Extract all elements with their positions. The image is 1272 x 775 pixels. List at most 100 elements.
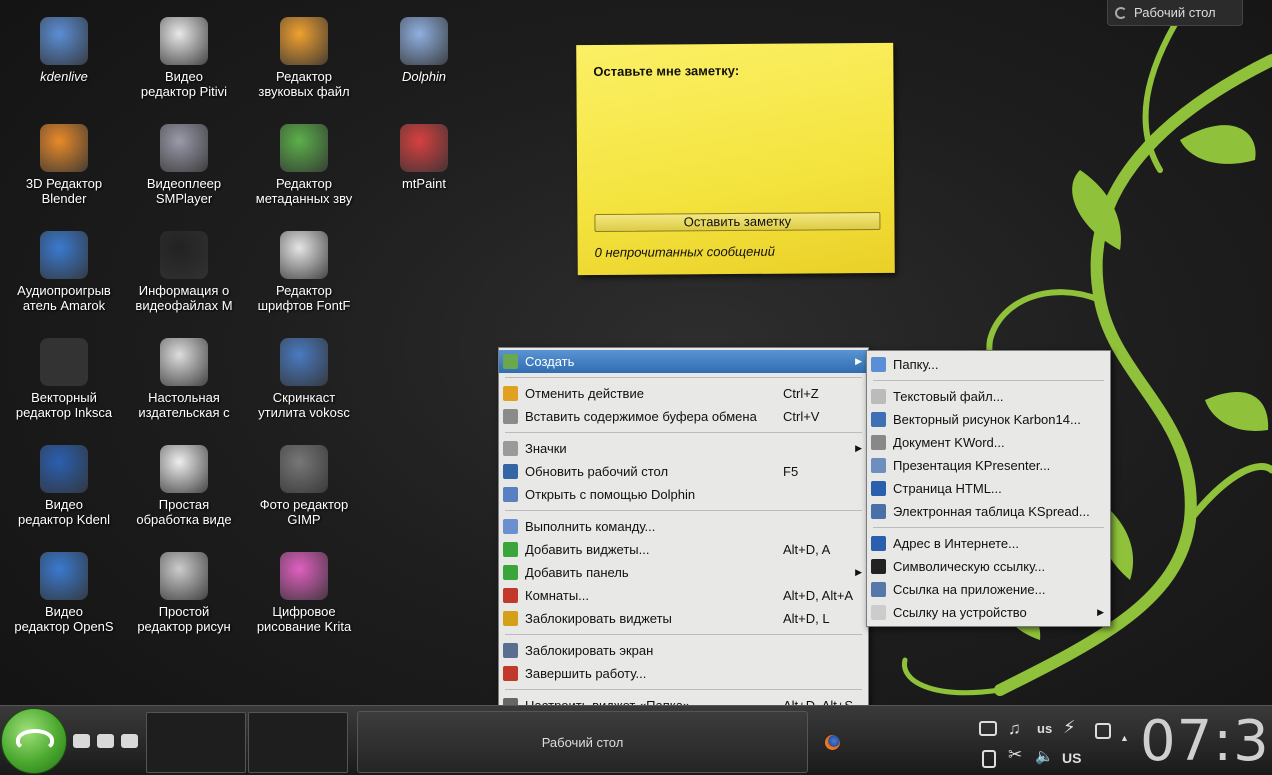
- context-menu-item[interactable]: Значки ▶: [499, 437, 868, 460]
- desktop-icon[interactable]: Dolphin: [364, 17, 484, 84]
- context-menu-item[interactable]: Заблокировать экран: [499, 639, 868, 662]
- create-submenu-item[interactable]: Ссылку на устройство ▶: [867, 601, 1110, 624]
- klipper-icon[interactable]: [979, 721, 997, 736]
- new-file-icon: [503, 354, 518, 369]
- lock-icon: [503, 611, 518, 626]
- desktop-icon[interactable]: Видео редактор Kdenl: [4, 445, 124, 527]
- desktop-icon[interactable]: Видео редактор OpenS: [4, 552, 124, 634]
- context-menu-item[interactable]: Открыть с помощью Dolphin: [499, 483, 868, 506]
- context-menu-item[interactable]: Вставить содержимое буфера обмена Ctrl+V: [499, 405, 868, 428]
- desktop-icon[interactable]: Скринкаст утилита vokosc: [244, 338, 364, 420]
- scissors-icon[interactable]: ✂: [1008, 745, 1022, 765]
- folder-link-icon: [40, 17, 88, 65]
- desktop-icon-label: Видеоплеер: [146, 176, 222, 191]
- desktop-icon[interactable]: Аудиопроигрыв атель Amarok: [4, 231, 124, 313]
- context-menu-item[interactable]: Заблокировать виджеты Alt+D, L: [499, 607, 868, 630]
- volume-icon[interactable]: 🔈: [1035, 747, 1054, 765]
- desktop-icon[interactable]: Цифровое рисование Krita: [244, 552, 364, 634]
- clapper-icon: [160, 17, 208, 65]
- clipboard-icon[interactable]: [982, 750, 996, 768]
- desktop-icon[interactable]: mtPaint: [364, 124, 484, 191]
- keyboard-layout-top[interactable]: us: [1037, 721, 1052, 736]
- context-menu-item[interactable]: Создать ▶: [499, 350, 868, 373]
- menu-shortcut: F5: [783, 464, 799, 479]
- context-menu-item[interactable]: Отменить действие Ctrl+Z: [499, 382, 868, 405]
- music-note-icon[interactable]: ♫: [1008, 719, 1021, 739]
- create-submenu-item[interactable]: Векторный рисунок Karbon14...: [867, 408, 1110, 431]
- desktop-icon[interactable]: Информация о видеофайлах M: [124, 231, 244, 313]
- desktop-icon[interactable]: Настольная издательская с: [124, 338, 244, 420]
- desktop-icon-label: Фото редактор: [259, 497, 349, 512]
- desktop-icon[interactable]: Фото редактор GIMP: [244, 445, 364, 527]
- virtual-desktop-2[interactable]: [248, 712, 348, 773]
- desktop-icon-label: Видео: [45, 497, 83, 512]
- desktop-icon[interactable]: Редактор метаданных зву: [244, 124, 364, 206]
- desktop-icon[interactable]: Видео редактор Pitivi: [124, 17, 244, 99]
- activity-indicator[interactable]: Рабочий стол: [1107, 0, 1243, 26]
- create-submenu-item-label: Электронная таблица KSpread...: [893, 504, 1090, 519]
- create-submenu-item[interactable]: Страница HTML...: [867, 477, 1110, 500]
- tray-expand-arrow-icon[interactable]: ▲: [1120, 733, 1129, 743]
- context-menu-item[interactable]: Завершить работу...: [499, 662, 868, 685]
- firefox-icon[interactable]: [825, 735, 840, 750]
- desktop-icon[interactable]: Простой редактор рисун: [124, 552, 244, 634]
- blender-icon: [40, 124, 88, 172]
- context-menu-item[interactable]: Добавить панель ▶: [499, 561, 868, 584]
- html-page-icon: [871, 481, 886, 496]
- desktop-icon-label: редактор Pitivi: [140, 84, 228, 99]
- pager-dot[interactable]: [121, 734, 138, 748]
- menu-separator: [505, 634, 862, 635]
- create-submenu-item[interactable]: Папку...: [867, 353, 1110, 376]
- taskbar-item-desktop[interactable]: Рабочий стол: [357, 711, 808, 773]
- folder-icon: [871, 357, 886, 372]
- scribus-pen-icon: [160, 338, 208, 386]
- undo-icon: [503, 386, 518, 401]
- context-menu-item[interactable]: Комнаты... Alt+D, Alt+A: [499, 584, 868, 607]
- desktop-icon-label: Скринкаст: [272, 390, 336, 405]
- desktop-icon-label: редактор Inksca: [15, 405, 113, 420]
- desktop-icon-label: Редактор: [276, 69, 332, 84]
- context-menu-item-label: Добавить виджеты...: [525, 542, 650, 557]
- desktop-icon[interactable]: Редактор шрифтов FontF: [244, 231, 364, 313]
- settings-wrench-icon[interactable]: [1095, 723, 1111, 739]
- desktop-icon-label: Видео: [45, 604, 83, 619]
- create-submenu-item[interactable]: Символическую ссылку...: [867, 555, 1110, 578]
- desktop-icon[interactable]: Векторный редактор Inksca: [4, 338, 124, 420]
- create-submenu-item[interactable]: Текстовый файл...: [867, 385, 1110, 408]
- desktop-icon[interactable]: Простая обработка виде: [124, 445, 244, 527]
- note-title: Оставьте мне заметку:: [593, 62, 740, 79]
- keyboard-layout-bottom[interactable]: US: [1062, 750, 1081, 766]
- create-submenu-item[interactable]: Документ KWord...: [867, 431, 1110, 454]
- note-widget[interactable]: Оставьте мне заметку: Оставить заметку 0…: [576, 42, 895, 276]
- menu-separator: [505, 510, 862, 511]
- context-menu-item[interactable]: Добавить виджеты... Alt+D, A: [499, 538, 868, 561]
- desktop-icon[interactable]: 3D Редактор Blender: [4, 124, 124, 206]
- app-launcher-button[interactable]: [1, 708, 67, 774]
- virtual-desktop-1[interactable]: [146, 712, 246, 773]
- shutdown-icon: [503, 666, 518, 681]
- create-submenu-item[interactable]: Презентация KPresenter...: [867, 454, 1110, 477]
- leave-note-button[interactable]: Оставить заметку: [594, 211, 881, 232]
- desktop-icon-label: Настольная: [148, 390, 220, 405]
- context-menu-item[interactable]: Обновить рабочий стол F5: [499, 460, 868, 483]
- pager-dot[interactable]: [97, 734, 114, 748]
- device-link-icon: [871, 605, 886, 620]
- context-menu-item[interactable]: Выполнить команду...: [499, 515, 868, 538]
- desktop-icon-label: видеофайлах M: [135, 298, 233, 313]
- desktop-icon-label: атель Amarok: [22, 298, 106, 313]
- create-submenu-item[interactable]: Электронная таблица KSpread...: [867, 500, 1110, 523]
- desktop-icon-label: Информация о: [138, 283, 230, 298]
- network-plug-icon[interactable]: ⚡: [1063, 717, 1076, 738]
- activities-icon: [503, 588, 518, 603]
- create-submenu-item[interactable]: Ссылка на приложение...: [867, 578, 1110, 601]
- context-menu-item-label: Завершить работу...: [525, 666, 647, 681]
- desktop-icon[interactable]: Видеоплеер SMPlayer: [124, 124, 244, 206]
- pager-dot[interactable]: [73, 734, 90, 748]
- desktop-icon[interactable]: Редактор звуковых файл: [244, 17, 364, 99]
- desktop-icon[interactable]: kdenlive: [4, 17, 124, 84]
- desktop-icon-label: SMPlayer: [155, 191, 213, 206]
- create-submenu-item[interactable]: Адрес в Интернете...: [867, 532, 1110, 555]
- menu-shortcut: Alt+D, L: [783, 611, 830, 626]
- mediainfo-icon: [160, 231, 208, 279]
- digital-clock[interactable]: 07:36: [1140, 710, 1272, 774]
